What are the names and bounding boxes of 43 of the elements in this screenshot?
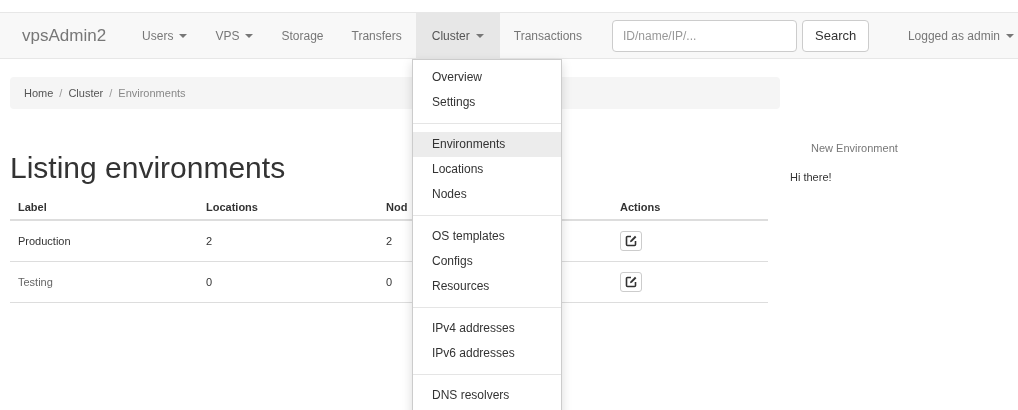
page-title: Listing environments xyxy=(10,151,286,185)
menu-item[interactable]: DNS resolvers xyxy=(413,383,561,408)
table-cell: 2 xyxy=(386,235,393,247)
menu-item[interactable]: Nodes xyxy=(413,182,561,207)
menu-item[interactable]: Configs xyxy=(413,249,561,274)
brand-link[interactable]: vpsAdmin2 xyxy=(22,25,107,46)
menu-item[interactable]: Overview xyxy=(413,65,561,90)
nav-link[interactable]: Cluster xyxy=(415,13,500,58)
breadcrumb-item[interactable]: Cluster xyxy=(68,87,104,99)
table-cell: Testing xyxy=(18,276,53,288)
table-cell: 0 xyxy=(206,276,213,288)
table-cell: 2 xyxy=(206,235,213,247)
menu-item[interactable]: IPv6 addresses xyxy=(413,341,561,366)
nav-link[interactable]: Storage xyxy=(267,13,338,58)
breadcrumb-separator: / xyxy=(59,87,63,99)
user-menu[interactable]: Logged as admin xyxy=(893,13,1018,58)
edit-button[interactable] xyxy=(620,231,642,251)
nav-link[interactable]: Transactions xyxy=(499,13,596,58)
edit-icon xyxy=(625,235,637,247)
menu-item[interactable]: OS templates xyxy=(413,224,561,249)
column-header: Locations xyxy=(206,201,258,213)
column-header: Actions xyxy=(620,201,661,213)
menu-item[interactable]: Locations xyxy=(413,157,561,182)
table-cell: Production xyxy=(18,235,71,247)
nav-link[interactable]: Users xyxy=(128,13,202,58)
breadcrumb-item[interactable]: Home xyxy=(24,87,54,99)
sidebar-text: Hi there! xyxy=(790,171,833,183)
breadcrumb-separator: / xyxy=(109,87,113,99)
menu-item[interactable]: Environments xyxy=(413,132,561,157)
nav-link[interactable]: Transfers xyxy=(337,13,416,58)
edit-button[interactable] xyxy=(620,272,642,292)
breadcrumb-item: Environments xyxy=(118,87,186,99)
menu-item[interactable]: Resources xyxy=(413,274,561,299)
column-header: Label xyxy=(18,201,47,213)
menu-item[interactable]: Settings xyxy=(413,90,561,115)
edit-icon xyxy=(625,276,637,288)
column-header: Nod xyxy=(386,201,408,213)
nav-link[interactable]: VPS xyxy=(201,13,268,58)
search-button[interactable]: Search xyxy=(802,19,870,52)
new-environment-link[interactable]: New Environment xyxy=(811,142,898,154)
menu-item[interactable]: IPv4 addresses xyxy=(413,316,561,341)
table-cell: 0 xyxy=(386,276,393,288)
search-field[interactable]: ID/name/IP/... xyxy=(612,19,797,52)
